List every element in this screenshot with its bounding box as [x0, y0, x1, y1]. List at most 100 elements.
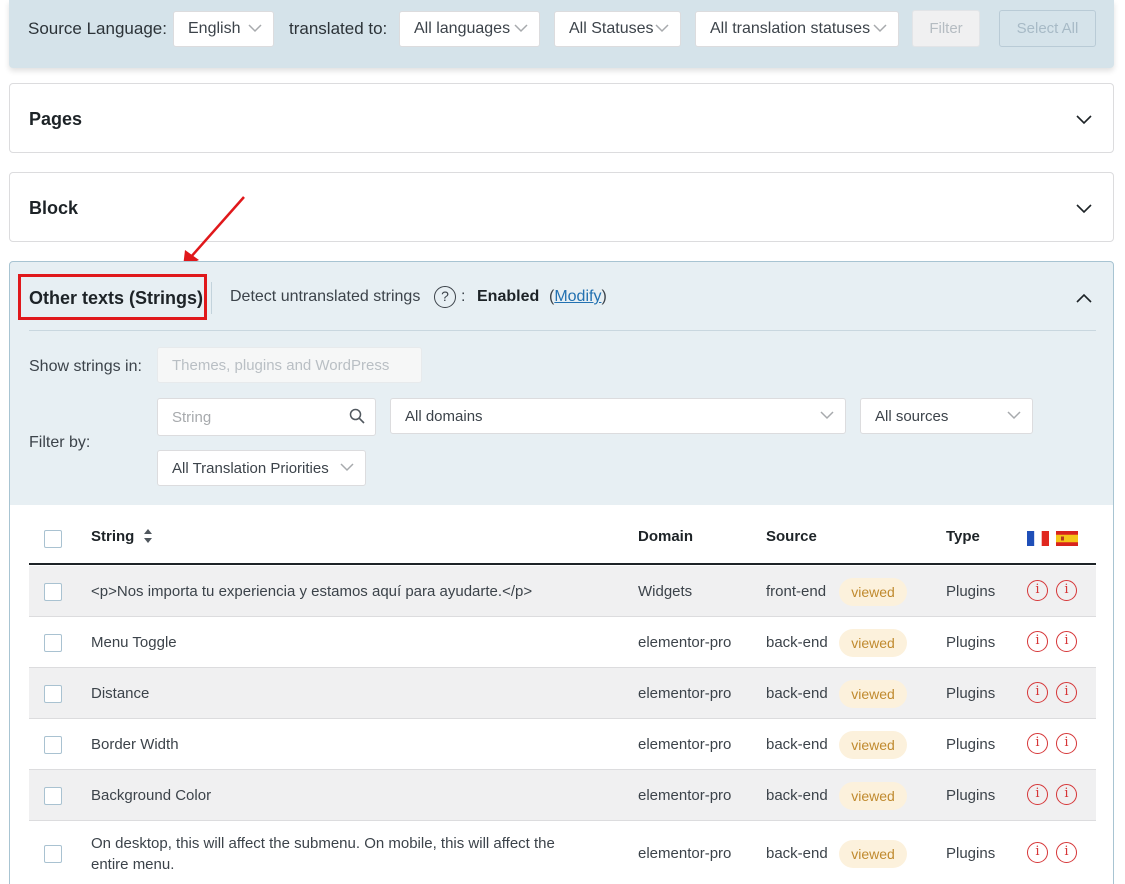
row-type: Plugins [946, 582, 996, 600]
status-badge: viewed [839, 840, 907, 868]
pages-section[interactable]: Pages [9, 83, 1114, 153]
column-header-source: Source [766, 528, 817, 545]
modify-link[interactable]: Modify [554, 288, 601, 305]
row-checkbox[interactable] [44, 633, 62, 652]
select-all-checkbox[interactable] [44, 530, 62, 548]
strings-table: String Domain Source Type <p>Nos importa… [10, 505, 1113, 884]
select-all-button[interactable]: Select All [999, 10, 1096, 47]
filter-button[interactable]: Filter [912, 10, 980, 47]
sources-value: All sources [875, 407, 949, 425]
chevron-down-icon[interactable] [1075, 113, 1093, 125]
spanish-missing-translation-icon[interactable]: i [1056, 630, 1077, 652]
source-language-select[interactable]: English [173, 11, 274, 47]
row-source: back-end [766, 735, 828, 753]
row-type: Plugins [946, 845, 996, 862]
language-filter-bar: Source Language: English translated to: … [9, 0, 1114, 68]
chevron-down-icon [820, 411, 834, 420]
translation-statuses-select[interactable]: All translation statuses [695, 11, 899, 47]
row-checkbox[interactable] [44, 735, 62, 754]
spanish-missing-translation-icon[interactable]: i [1056, 681, 1077, 703]
row-string: Distance [91, 685, 150, 702]
row-domain: elementor-pro [638, 845, 732, 862]
translation-statuses-value: All translation statuses [710, 20, 871, 37]
french-missing-translation-icon[interactable]: i [1027, 783, 1048, 805]
row-type: Plugins [946, 786, 996, 804]
divider [29, 330, 1096, 331]
chevron-down-icon [340, 463, 354, 472]
target-languages-value: All languages [414, 20, 511, 37]
row-checkbox[interactable] [44, 684, 62, 703]
strings-section: Other texts (Strings) Detect untranslate… [9, 261, 1114, 884]
row-source: back-end [766, 786, 828, 804]
table-row[interactable]: Menu Toggle elementor-pro back-end viewed Pl… [29, 617, 1096, 668]
row-string: <p>Nos importa tu experiencia y estamos … [91, 583, 533, 600]
row-source: back-end [766, 684, 828, 702]
chevron-down-icon [873, 24, 887, 33]
detect-status: Enabled [477, 288, 540, 305]
spanish-flag-icon [1056, 531, 1078, 546]
translated-to-label: translated to: [289, 19, 388, 38]
french-missing-translation-icon[interactable]: i [1027, 579, 1048, 601]
source-language-label: Source Language: [28, 19, 167, 38]
row-domain: Widgets [638, 582, 693, 600]
row-source: back-end [766, 845, 828, 862]
spanish-missing-translation-icon[interactable]: i [1056, 842, 1077, 863]
row-domain: elementor-pro [638, 786, 732, 804]
column-header-type: Type [946, 528, 980, 545]
detect-untranslated-label: Detect untranslated strings [230, 288, 421, 305]
detect-colon: : [461, 288, 466, 305]
row-type: Plugins [946, 735, 996, 753]
row-checkbox[interactable] [44, 845, 62, 863]
row-string: Background Color [91, 787, 212, 804]
table-row[interactable]: On desktop, this will affect the submenu… [29, 821, 1096, 884]
chevron-up-icon[interactable] [1075, 292, 1093, 304]
french-missing-translation-icon[interactable]: i [1027, 681, 1048, 703]
french-missing-translation-icon[interactable]: i [1027, 842, 1048, 863]
domains-value: All domains [405, 407, 483, 425]
row-domain: elementor-pro [638, 735, 732, 753]
french-missing-translation-icon[interactable]: i [1027, 732, 1048, 754]
table-row[interactable]: Background Color elementor-pro back-end vie… [29, 770, 1096, 821]
column-header-string[interactable]: String [91, 528, 134, 545]
statuses-value: All Statuses [569, 20, 654, 37]
chevron-down-icon [248, 24, 262, 33]
status-badge: viewed [839, 781, 907, 810]
row-checkbox[interactable] [44, 582, 62, 601]
row-domain: elementor-pro [638, 684, 732, 702]
search-icon [349, 408, 365, 424]
row-string: Border Width [91, 736, 179, 753]
priorities-select[interactable]: All Translation Priorities [157, 450, 366, 486]
help-icon[interactable]: ? [434, 286, 456, 308]
modify-close-paren: ) [601, 288, 607, 305]
column-header-domain: Domain [638, 528, 694, 545]
show-strings-select[interactable]: Themes, plugins and WordPress [157, 347, 422, 383]
domains-select[interactable]: All domains [390, 398, 846, 434]
row-type: Plugins [946, 684, 996, 702]
french-missing-translation-icon[interactable]: i [1027, 630, 1048, 652]
spanish-missing-translation-icon[interactable]: i [1056, 783, 1077, 805]
row-string: On desktop, this will affect the submenu… [91, 835, 555, 873]
french-flag-icon [1027, 531, 1049, 546]
row-checkbox[interactable] [44, 786, 62, 805]
status-badge: viewed [839, 679, 907, 708]
table-row[interactable]: <p>Nos importa tu experiencia y estamos … [29, 566, 1096, 617]
table-row[interactable]: Distance elementor-pro back-end viewed Plugi… [29, 668, 1096, 719]
filter-by-label: Filter by: [29, 434, 91, 451]
table-header: String Domain Source Type [29, 505, 1096, 565]
string-search-placeholder: String [172, 408, 212, 426]
pages-section-title: Pages [29, 109, 83, 129]
spanish-missing-translation-icon[interactable]: i [1056, 732, 1077, 754]
string-search-input[interactable]: String [157, 398, 376, 436]
strings-section-title[interactable]: Other texts (Strings) [29, 288, 203, 309]
table-row[interactable]: Border Width elementor-pro back-end viewed P… [29, 719, 1096, 770]
target-languages-select[interactable]: All languages [399, 11, 540, 47]
chevron-down-icon[interactable] [1075, 202, 1093, 214]
statuses-select[interactable]: All Statuses [554, 11, 681, 47]
spanish-missing-translation-icon[interactable]: i [1056, 579, 1077, 601]
chevron-down-icon [514, 24, 528, 33]
sort-icon[interactable] [143, 528, 153, 544]
modify-wrapper: (Modify) [549, 288, 607, 306]
row-string: Menu Toggle [91, 634, 177, 651]
sources-select[interactable]: All sources [860, 398, 1033, 434]
show-strings-label: Show strings in: [29, 358, 142, 375]
